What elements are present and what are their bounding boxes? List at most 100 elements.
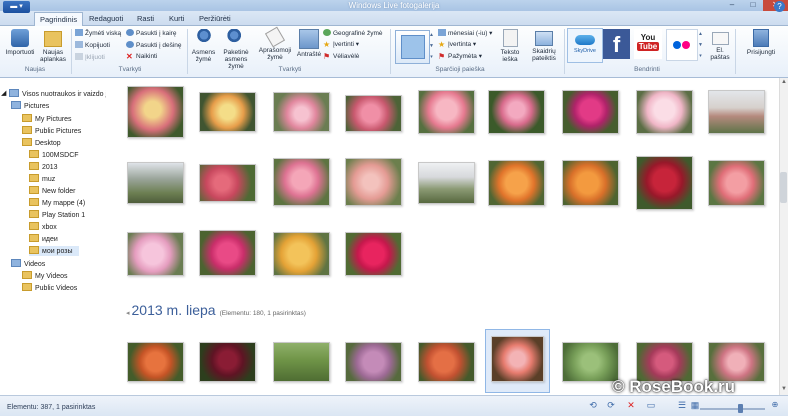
photo-thumbnail[interactable] xyxy=(636,342,693,382)
tab-kurti[interactable]: Kurti xyxy=(164,12,189,25)
photo-thumbnail[interactable] xyxy=(199,230,256,276)
tree-item-my-videos[interactable]: My Videos xyxy=(22,271,68,281)
photo-thumbnail[interactable] xyxy=(199,92,256,132)
minimize-button[interactable]: – xyxy=(721,0,743,11)
delete-icon[interactable]: ✕ xyxy=(626,400,636,410)
flickr-share-button[interactable] xyxy=(666,29,698,61)
month-filter-dropdown[interactable]: mėnesiai (-iu) ▾ xyxy=(438,29,492,38)
tree-item-my-pictures[interactable]: My Pictures xyxy=(22,114,72,124)
tree-item-desktop[interactable]: Desktop xyxy=(22,138,61,148)
copy-button[interactable]: Kopijuoti xyxy=(75,41,110,50)
select-all-button[interactable]: Žymėti viską xyxy=(75,29,121,38)
photo-thumbnail[interactable] xyxy=(345,158,402,206)
batch-people-tag-button[interactable]: Paketinė asmens žymė xyxy=(218,29,254,70)
gallery-scroll-arrows[interactable]: ▲ ▼ ▾ xyxy=(428,30,435,63)
share-gallery-arrows[interactable]: ▲ ▼ ▾ xyxy=(697,29,704,61)
tree-item-2013[interactable]: 2013 xyxy=(29,162,58,172)
slideshow-button[interactable]: Skaidrių pateiktis xyxy=(527,29,561,62)
file-menu-button[interactable]: ▬ ▾ xyxy=(3,1,30,13)
photo-thumbnail[interactable] xyxy=(273,158,330,206)
photo-thumbnail[interactable] xyxy=(708,160,765,206)
tree-toggle-root[interactable]: ◢ xyxy=(1,89,6,98)
photo-thumbnail[interactable] xyxy=(127,342,184,382)
youtube-share-button[interactable]: You Tube xyxy=(634,29,662,59)
tree-item-videos[interactable]: Videos xyxy=(11,259,45,269)
details-view-icon[interactable]: ☰ xyxy=(677,400,687,410)
photo-thumbnail[interactable] xyxy=(273,232,330,276)
rated-filter-dropdown[interactable]: ★ Įvertinta ▾ xyxy=(438,41,476,49)
photo-thumbnail[interactable] xyxy=(488,160,545,206)
photo-thumbnail[interactable] xyxy=(127,162,184,204)
tree-item-play-station[interactable]: Play Station 1 xyxy=(29,210,85,220)
flagged-filter-dropdown[interactable]: ⚑ Pažymėta ▾ xyxy=(438,53,482,61)
descriptive-tag-button[interactable]: Aprašomoji žymė xyxy=(256,26,294,61)
paste-button[interactable]: Įklijuoti xyxy=(75,53,105,62)
maximize-button[interactable]: □ xyxy=(743,0,763,11)
photo-thumbnail[interactable] xyxy=(273,342,330,382)
rotate-left-icon[interactable]: ⟲ xyxy=(588,400,598,410)
import-button[interactable]: Importuoti xyxy=(3,29,37,56)
photo-thumbnail[interactable] xyxy=(273,92,330,132)
tree-item-muz[interactable]: muz xyxy=(29,174,55,184)
zoom-slider-track[interactable] xyxy=(700,408,765,410)
tree-item-pictures[interactable]: Pictures xyxy=(11,101,49,111)
email-button[interactable]: El. paštas xyxy=(707,29,733,61)
photo-thumbnail[interactable] xyxy=(127,232,184,276)
photo-thumbnail[interactable] xyxy=(636,90,693,134)
photo-thumbnail[interactable] xyxy=(345,95,402,132)
tree-item-100msdcf[interactable]: 100MSDCF xyxy=(29,150,79,160)
photo-thumbnail[interactable] xyxy=(418,342,475,382)
scroll-up-arrow[interactable]: ▲ xyxy=(780,79,788,85)
rotate-left-button[interactable]: Pasukti į kairę xyxy=(126,29,176,38)
zoom-slider-thumb[interactable] xyxy=(738,404,743,413)
photo-thumbnail-selected[interactable] xyxy=(491,336,544,382)
tree-item-public-videos[interactable]: Public Videos xyxy=(22,283,77,293)
tab-perziureti[interactable]: Peržiūrėti xyxy=(194,12,236,25)
month-group-header[interactable]: ◂ 2013 m. liepa (Elementu: 180, 1 pasirink… xyxy=(126,302,306,318)
tree-item-public-pictures[interactable]: Public Pictures xyxy=(22,126,81,136)
scroll-down-arrow[interactable]: ▼ xyxy=(780,386,788,392)
photo-thumbnail[interactable] xyxy=(562,90,619,134)
slideshow-icon[interactable]: ▭ xyxy=(646,400,656,410)
new-folder-button[interactable]: Naujas aplankas xyxy=(38,29,68,63)
photo-thumbnail[interactable] xyxy=(562,342,619,382)
photo-thumbnail[interactable] xyxy=(345,342,402,382)
people-tag-button[interactable]: Asmens žymė xyxy=(190,29,217,63)
text-search-button[interactable]: Teksto ieška xyxy=(496,29,524,63)
rotate-right-icon[interactable]: ⟳ xyxy=(606,400,616,410)
scrollbar-thumb[interactable] xyxy=(780,172,787,203)
photo-thumbnail[interactable] xyxy=(199,164,256,202)
photo-thumbnail[interactable] xyxy=(636,156,693,210)
photo-thumbnail[interactable] xyxy=(708,342,765,382)
facebook-share-button[interactable]: f xyxy=(603,29,630,59)
caption-button[interactable]: Antraštė xyxy=(296,29,322,58)
photo-thumbnail[interactable] xyxy=(418,90,475,134)
photo-thumbnail[interactable] xyxy=(488,90,545,134)
tree-item-all-photos[interactable]: Visos nuotraukos ir vaizdo į xyxy=(9,89,107,99)
geotag-button[interactable]: Geografinė žymė xyxy=(323,29,383,38)
tab-pagrindinis[interactable]: Pagrindinis xyxy=(34,12,84,26)
tree-item-idei[interactable]: идеи xyxy=(29,234,58,244)
thumbnail-view-icon[interactable]: ▦ xyxy=(690,400,700,410)
vertical-scrollbar[interactable] xyxy=(779,78,788,395)
tree-item-xbox[interactable]: xbox xyxy=(29,222,57,232)
delete-button[interactable]: ✕ Naikinti xyxy=(126,53,157,61)
sign-in-button[interactable]: Prisijungti xyxy=(738,29,784,56)
photo-thumbnail[interactable] xyxy=(418,162,475,204)
photo-thumbnail[interactable] xyxy=(708,90,765,134)
tree-item-my-mappe[interactable]: My mappe (4) xyxy=(29,198,85,208)
people-filter-gallery[interactable] xyxy=(395,30,430,64)
photo-thumbnail[interactable] xyxy=(562,160,619,206)
rate-button[interactable]: ★ Įvertinti ▾ xyxy=(323,41,359,49)
tree-item-moi-rozy[interactable]: мои розы xyxy=(29,246,79,256)
photo-thumbnail[interactable] xyxy=(345,232,402,276)
tab-rasti[interactable]: Rasti xyxy=(132,12,159,25)
skydrive-share-button[interactable]: SkyDrive xyxy=(567,28,603,63)
zoom-in-icon[interactable]: ⊕ xyxy=(770,400,780,410)
photo-thumbnail[interactable] xyxy=(199,342,256,382)
flag-button[interactable]: ⚑ Vėliavėlė xyxy=(323,53,359,61)
tree-item-new-folder[interactable]: New folder xyxy=(29,186,75,196)
photo-thumbnail[interactable] xyxy=(127,86,184,138)
tab-redaguoti[interactable]: Redaguoti xyxy=(84,12,128,25)
help-icon[interactable]: ? xyxy=(774,1,785,12)
